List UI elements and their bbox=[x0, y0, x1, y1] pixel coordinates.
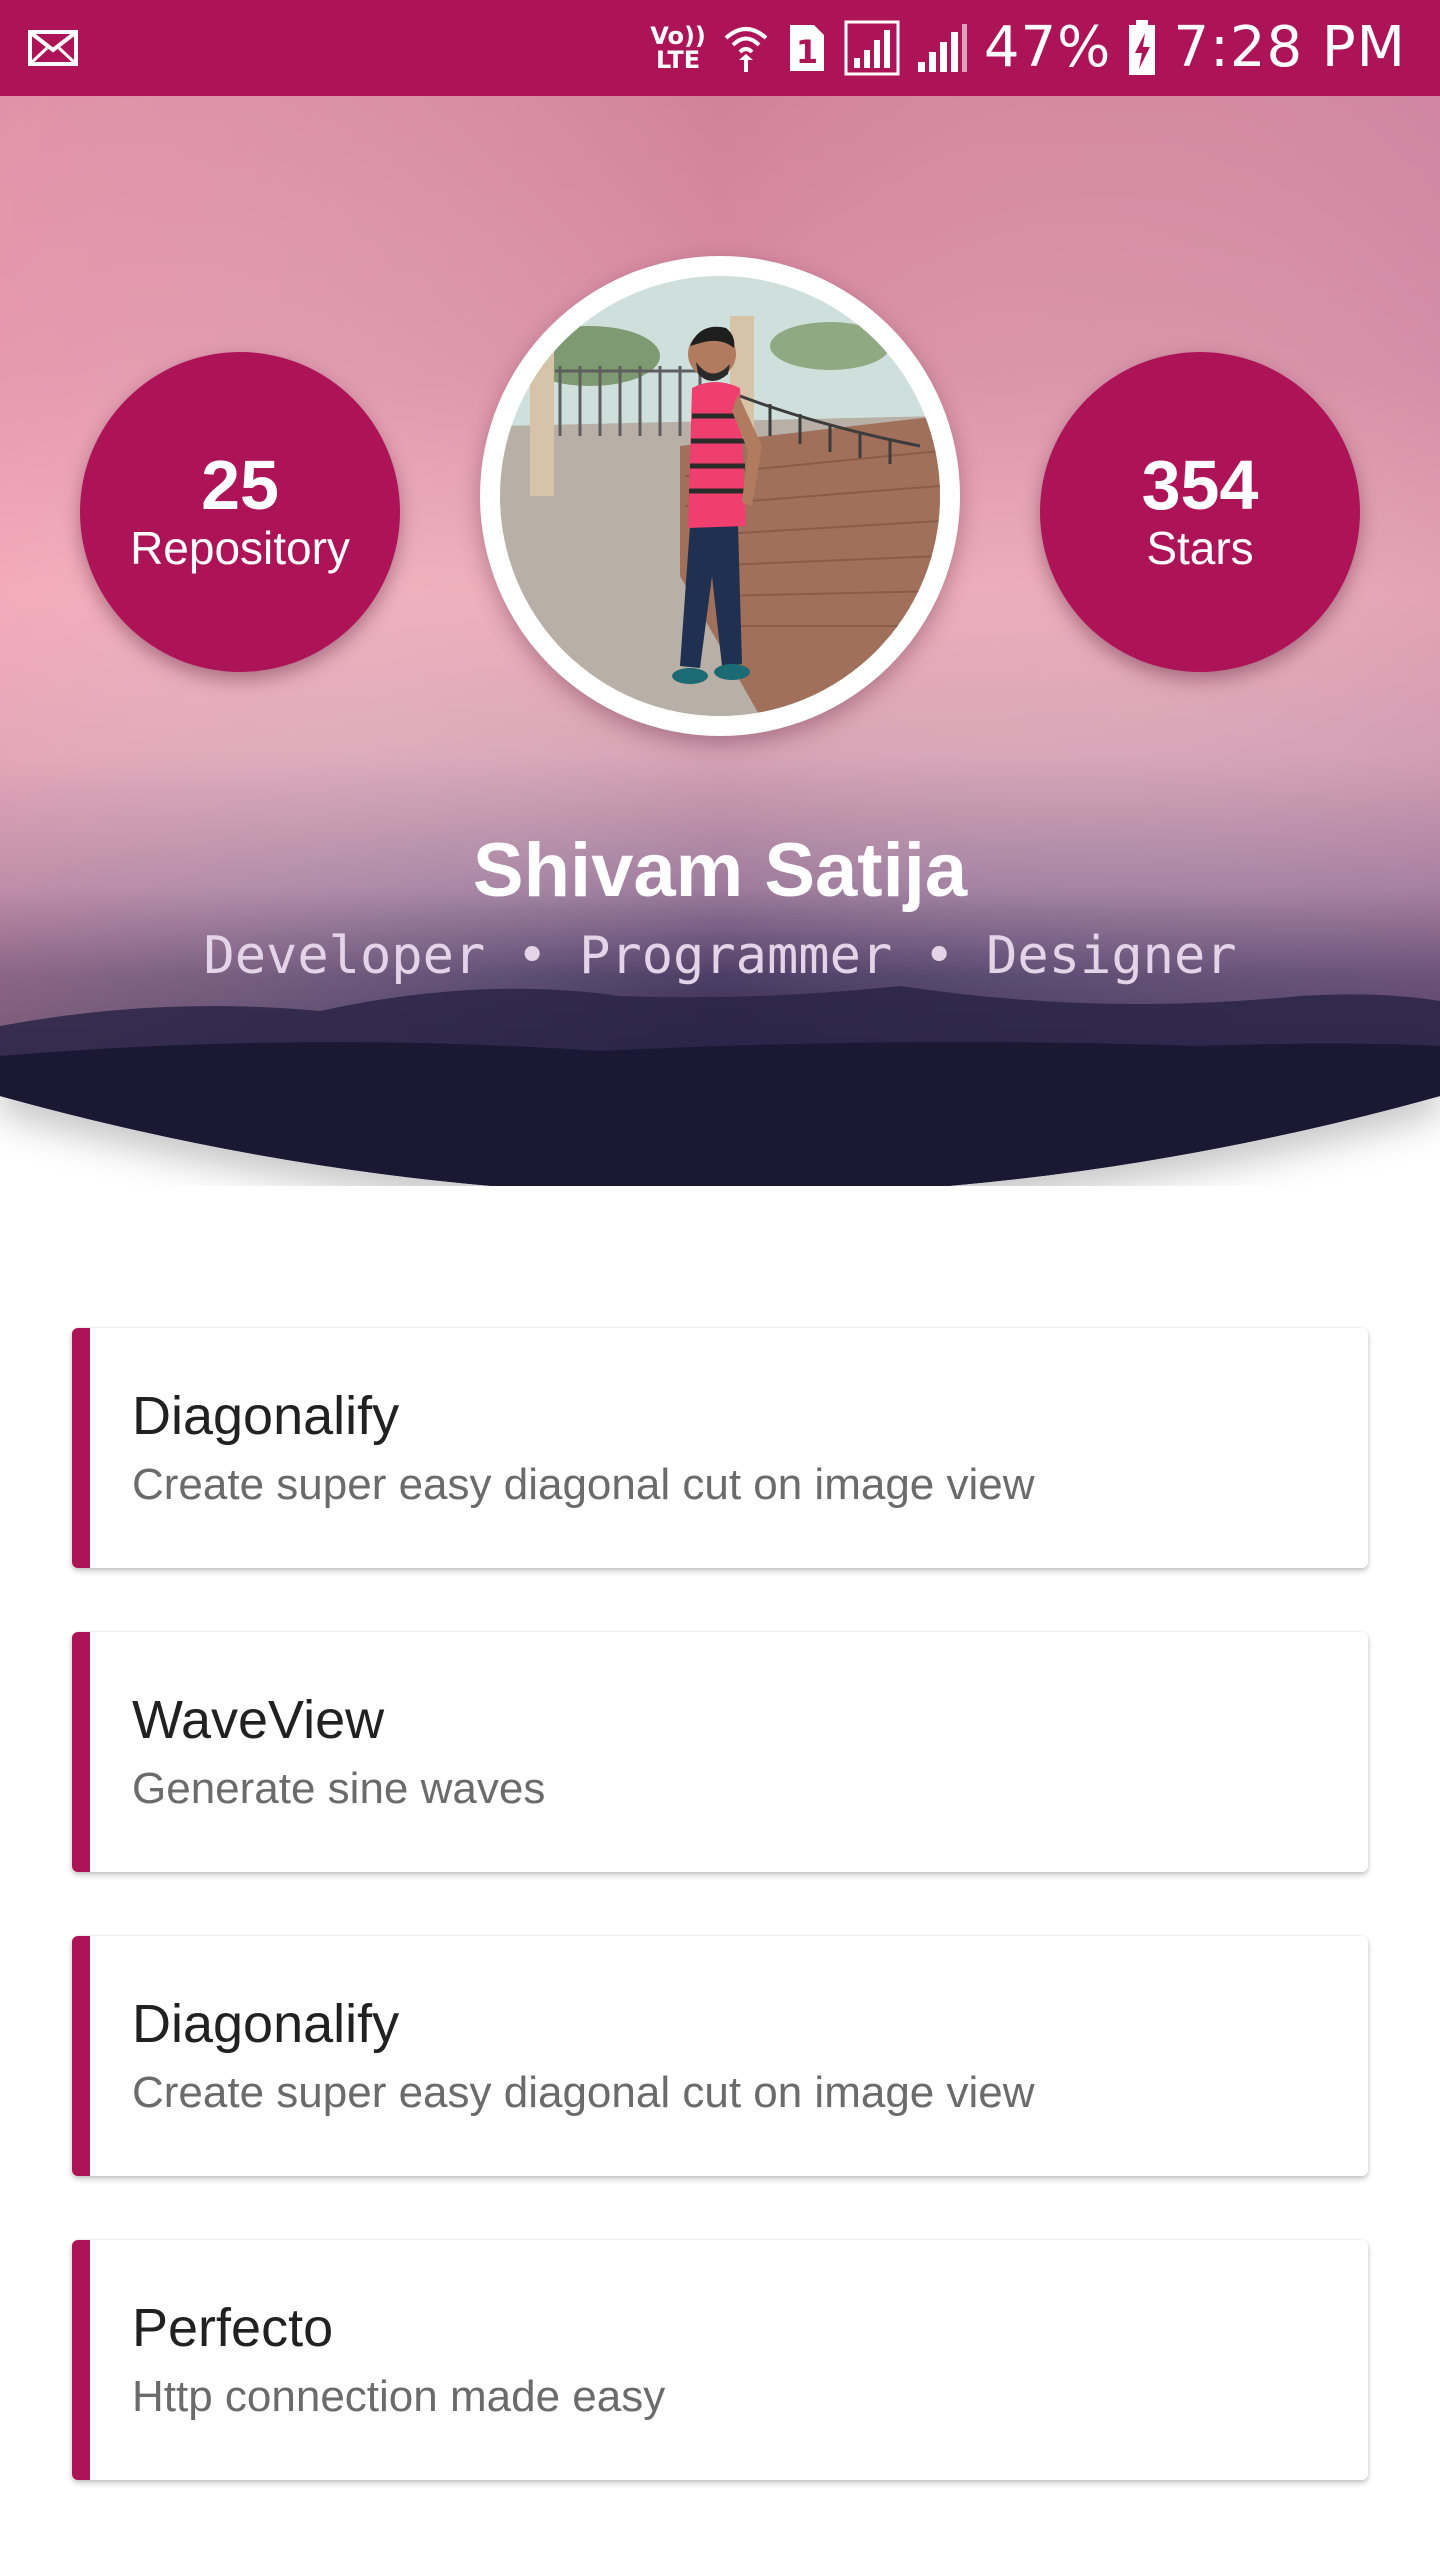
card-accent-bar bbox=[72, 1328, 90, 1568]
status-bar: Vo)) LTE 1 47% 7:28 PM bbox=[0, 0, 1440, 96]
signal-icon bbox=[844, 20, 900, 76]
repository-list: Diagonalify Create super easy diagonal c… bbox=[72, 1328, 1368, 2544]
repo-description: Http connection made easy bbox=[132, 2372, 666, 2421]
repo-title: Perfecto bbox=[132, 2298, 334, 2358]
stars-label: Stars bbox=[1146, 522, 1254, 574]
repo-description: Generate sine waves bbox=[132, 1764, 546, 1813]
repo-title: Diagonalify bbox=[132, 1994, 400, 2054]
repo-description: Create super easy diagonal cut on image … bbox=[132, 1460, 1035, 1509]
repository-count: 25 bbox=[201, 446, 279, 524]
card-accent-bar bbox=[72, 1936, 90, 2176]
repository-label: Repository bbox=[130, 522, 350, 574]
profile-name: Shivam Satija bbox=[472, 828, 968, 913]
clock-time: 7:28 PM bbox=[1173, 15, 1406, 80]
profile-header: 25 Repository 354 Stars Shivam Satija De… bbox=[0, 96, 1440, 1186]
repo-title: WaveView bbox=[132, 1690, 385, 1750]
card-accent-bar bbox=[72, 1632, 90, 1872]
battery-percent: 47% bbox=[983, 15, 1112, 80]
repo-description: Create super easy diagonal cut on image … bbox=[132, 2068, 1035, 2117]
stars-count: 354 bbox=[1141, 446, 1259, 524]
stars-count-badge[interactable]: 354 Stars bbox=[1040, 352, 1360, 672]
lte-label: LTE bbox=[656, 46, 701, 74]
status-icons: Vo)) LTE 1 47% 7:28 PM bbox=[650, 0, 1406, 96]
volte-label: Vo)) bbox=[650, 22, 706, 50]
repo-card[interactable]: WaveView Generate sine waves bbox=[72, 1632, 1368, 1872]
repo-card[interactable]: Perfecto Http connection made easy bbox=[72, 2240, 1368, 2480]
repo-card[interactable]: Diagonalify Create super easy diagonal c… bbox=[72, 1936, 1368, 2176]
repo-card[interactable]: Diagonalify Create super easy diagonal c… bbox=[72, 1328, 1368, 1568]
wifi-calling-icon bbox=[724, 27, 768, 72]
volte-indicator: Vo)) LTE bbox=[650, 24, 706, 72]
repository-count-badge[interactable]: 25 Repository bbox=[80, 352, 400, 672]
avatar[interactable] bbox=[480, 256, 960, 736]
card-accent-bar bbox=[72, 2240, 90, 2480]
signal-icon bbox=[917, 24, 967, 72]
profile-tagline: Developer • Programmer • Designer bbox=[203, 926, 1237, 986]
sim-number: 1 bbox=[796, 33, 818, 71]
sim-icon: 1 bbox=[789, 25, 824, 71]
mail-icon bbox=[28, 30, 78, 66]
repo-title: Diagonalify bbox=[132, 1386, 400, 1446]
battery-charging-icon bbox=[1129, 20, 1156, 75]
avatar-photo bbox=[500, 276, 940, 716]
